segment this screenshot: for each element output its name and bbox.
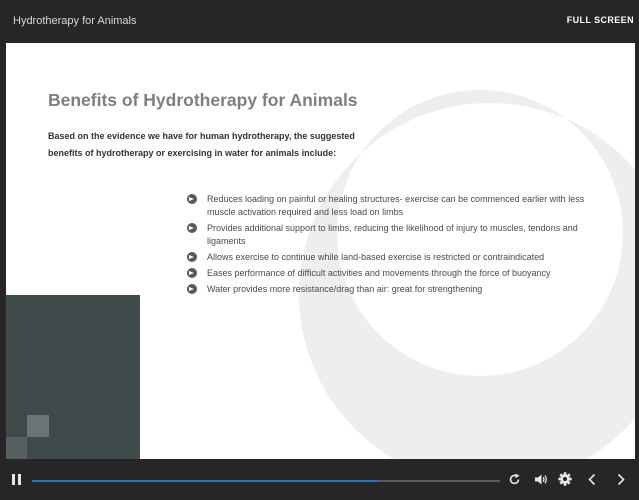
player-window: Hydrotherapy for Animals FULL SCREEN Ben… xyxy=(0,0,639,500)
playback-bar xyxy=(0,459,639,500)
list-item: Water provides more resistance/drag than… xyxy=(187,283,607,296)
list-item: Eases performance of difficult activitie… xyxy=(187,267,607,280)
pause-icon xyxy=(12,474,15,485)
decorative-block xyxy=(6,295,140,459)
list-item-text: Water provides more resistance/drag than… xyxy=(207,284,483,294)
course-title: Hydrotherapy for Animals xyxy=(13,15,137,27)
chevron-right-icon xyxy=(617,473,625,486)
arrow-circle-icon xyxy=(187,223,197,233)
pause-button[interactable] xyxy=(12,474,22,485)
list-item: Reduces loading on painful or healing st… xyxy=(187,193,607,219)
slide-heading: Benefits of Hydrotherapy for Animals xyxy=(48,90,358,110)
list-item-text: Eases performance of difficult activitie… xyxy=(207,268,551,278)
progress-fill xyxy=(32,480,379,482)
list-item-text: Provides additional support to limbs, re… xyxy=(207,223,578,246)
replay-icon xyxy=(509,473,520,485)
arrow-circle-icon xyxy=(187,252,197,262)
gear-icon xyxy=(558,472,572,486)
volume-button[interactable] xyxy=(534,473,548,486)
previous-slide-button[interactable] xyxy=(587,473,597,486)
pause-icon xyxy=(18,474,21,485)
replay-button[interactable] xyxy=(508,473,521,486)
arrow-circle-icon xyxy=(187,268,197,278)
decorative-square xyxy=(6,437,27,459)
arrow-circle-icon xyxy=(187,284,197,294)
settings-button[interactable] xyxy=(558,472,572,486)
volume-icon xyxy=(535,474,547,485)
slide-canvas: Benefits of Hydrotherapy for Animals Bas… xyxy=(6,43,635,459)
list-item: Allows exercise to continue while land-b… xyxy=(187,251,607,264)
decorative-square xyxy=(27,415,49,437)
chevron-left-icon xyxy=(588,473,596,486)
slide-intro: Based on the evidence we have for human … xyxy=(48,131,355,158)
fullscreen-button[interactable]: FULL SCREEN xyxy=(567,15,634,25)
arrow-circle-icon xyxy=(187,194,197,204)
progress-bar[interactable] xyxy=(32,480,500,482)
list-item: Provides additional support to limbs, re… xyxy=(187,222,607,248)
top-bar: Hydrotherapy for Animals FULL SCREEN xyxy=(0,0,639,42)
list-item-text: Allows exercise to continue while land-b… xyxy=(207,252,545,262)
list-item-text: Reduces loading on painful or healing st… xyxy=(207,194,585,217)
benefits-list: Reduces loading on painful or healing st… xyxy=(187,193,607,299)
next-slide-button[interactable] xyxy=(616,473,626,486)
